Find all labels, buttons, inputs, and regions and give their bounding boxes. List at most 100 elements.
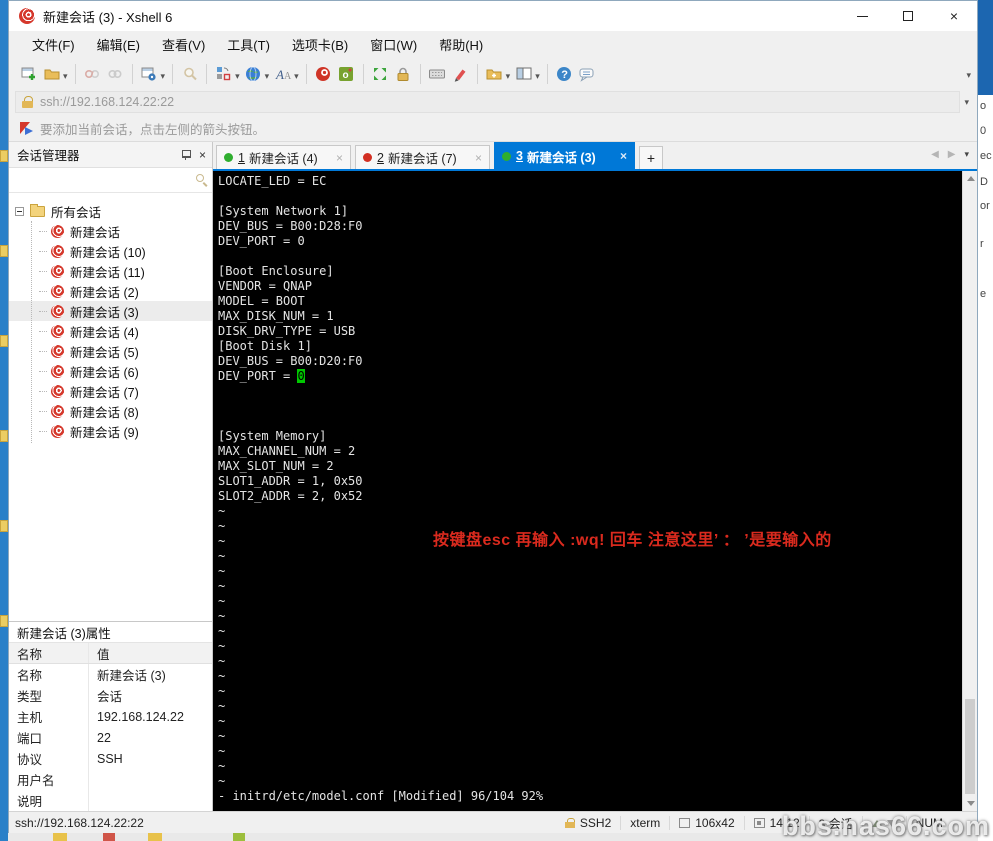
watermark: bbs.nas66.com xyxy=(781,811,990,841)
terminal-line: DEV_BUS = B00:D28:F0 xyxy=(218,219,363,233)
sessions-root-node[interactable]: 所有会话 xyxy=(9,201,212,221)
fullscreen-icon[interactable] xyxy=(370,63,391,84)
disconnect-icon[interactable] xyxy=(82,63,103,84)
panel-close-icon[interactable]: × xyxy=(199,149,206,161)
terminal-line: MAX_CHANNEL_NUM = 2 xyxy=(218,444,356,458)
menu-item[interactable]: 选项卡(B) xyxy=(281,31,359,58)
reconnect-icon[interactable] xyxy=(105,63,126,84)
session-shell-icon xyxy=(51,304,64,318)
layout-dropdown-icon[interactable]: ▾ xyxy=(235,71,240,82)
terminal-line: LOCATE_LED = EC xyxy=(218,174,327,188)
xshell-window: 新建会话 (3) - Xshell 6 × 文件(F) 编辑(E) 查看(V) 工具(… xyxy=(8,0,978,834)
session-properties-icon[interactable] xyxy=(139,63,160,84)
property-name: 名称 xyxy=(9,664,89,685)
scroll-up-icon[interactable] xyxy=(963,171,978,186)
session-label: 新建会话 (5) xyxy=(70,345,139,360)
tab-close-icon[interactable]: × xyxy=(616,149,627,163)
property-row[interactable]: 用户名 xyxy=(9,769,212,790)
tile-dropdown-icon[interactable]: ▾ xyxy=(535,71,540,82)
session-item[interactable]: 新建会话 (8) xyxy=(9,401,212,421)
tab-close-icon[interactable]: × xyxy=(332,151,343,165)
layout-icon[interactable] xyxy=(213,63,234,84)
menu-item[interactable]: 帮助(H) xyxy=(428,31,494,58)
terminal-line: ~ xyxy=(218,564,226,578)
address-bar: ssh://192.168.124.22:22 ▾ xyxy=(9,89,977,115)
tab-scroll-left-icon[interactable]: ◀ xyxy=(931,149,939,160)
session-item[interactable]: 新建会话 (4) xyxy=(9,321,212,341)
open-folder-icon[interactable] xyxy=(41,63,62,84)
terminal-area: 1 新建会话 (4) × 2 新建会话 (7) × 3 新建会话 (3) × + ◀ ▶ ▾ L… xyxy=(213,142,977,811)
desktop-folder-icon xyxy=(0,245,8,257)
properties-dropdown-icon[interactable]: ▾ xyxy=(161,71,166,82)
session-item[interactable]: 新建会话 (9) xyxy=(9,421,212,441)
collapse-icon[interactable] xyxy=(15,206,24,216)
session-item[interactable]: 新建会话 (10) xyxy=(9,241,212,261)
scrollbar-thumb[interactable] xyxy=(965,699,975,794)
properties-title: 新建会话 (3)属性 xyxy=(9,621,212,643)
pin-icon[interactable] xyxy=(181,149,191,160)
session-item[interactable]: 新建会话 (2) xyxy=(9,281,212,301)
session-item[interactable]: 新建会话 (6) xyxy=(9,361,212,381)
menu-item[interactable]: 文件(F) xyxy=(21,31,86,58)
session-item[interactable]: 新建会话 (11) xyxy=(9,261,212,281)
font-dropdown-icon[interactable]: ▾ xyxy=(294,71,299,82)
tab-scroll-right-icon[interactable]: ▶ xyxy=(948,149,956,160)
session-item[interactable]: 新建会话 (7) xyxy=(9,381,212,401)
terminal-line: [System Memory] xyxy=(218,429,327,443)
session-label: 新建会话 (10) xyxy=(70,245,146,260)
tab-list-dropdown-icon[interactable]: ▾ xyxy=(964,149,969,160)
session-manager-title: 会话管理器 xyxy=(17,149,80,163)
taskbar-fragment xyxy=(148,833,162,841)
maximize-button[interactable] xyxy=(885,1,931,31)
menu-item[interactable]: 工具(T) xyxy=(216,31,281,58)
session-search-input[interactable] xyxy=(9,168,212,193)
toolbar-overflow-icon[interactable]: ▾ xyxy=(966,70,971,81)
new-session-icon[interactable] xyxy=(18,63,39,84)
property-row[interactable]: 类型 会话 xyxy=(9,685,212,706)
address-input[interactable]: ssh://192.168.124.22:22 xyxy=(15,91,961,113)
xshell-icon[interactable] xyxy=(313,63,334,84)
menu-bar: 文件(F) 编辑(E) 查看(V) 工具(T) 选项卡(B) 窗口(W) 帮助(H) xyxy=(9,31,977,58)
scroll-down-icon[interactable] xyxy=(963,796,978,811)
new-folder-icon[interactable] xyxy=(484,63,505,84)
keyboard-icon[interactable] xyxy=(427,63,448,84)
help-icon[interactable]: ? xyxy=(554,63,575,84)
session-item[interactable]: 新建会话 (3) xyxy=(9,301,212,321)
session-tab[interactable]: 3 新建会话 (3) × xyxy=(494,142,635,169)
new-folder-dropdown-icon[interactable]: ▾ xyxy=(506,71,511,82)
web-dropdown-icon[interactable]: ▾ xyxy=(265,71,270,82)
terminal-output[interactable]: LOCATE_LED = EC [System Network 1] DEV_BUS… xyxy=(213,171,962,811)
message-balloon-icon[interactable] xyxy=(577,63,598,84)
address-dropdown-icon[interactable]: ▾ xyxy=(960,97,973,108)
property-row[interactable]: 协议 SSH xyxy=(9,748,212,769)
tab-close-icon[interactable]: × xyxy=(471,151,482,165)
desktop-folder-icon xyxy=(0,520,8,532)
open-dropdown-icon[interactable]: ▾ xyxy=(63,71,68,82)
session-tab[interactable]: 1 新建会话 (4) × xyxy=(216,145,351,169)
lock-icon[interactable] xyxy=(393,63,414,84)
terminal-line: ~ xyxy=(218,699,226,713)
tile-layout-icon[interactable] xyxy=(513,63,534,84)
find-icon[interactable] xyxy=(179,63,200,84)
property-row[interactable]: 端口 22 xyxy=(9,727,212,748)
session-item[interactable]: 新建会话 xyxy=(9,221,212,241)
session-item[interactable]: 新建会话 (5) xyxy=(9,341,212,361)
font-icon[interactable]: AA xyxy=(272,63,293,84)
terminal-scrollbar[interactable] xyxy=(962,171,977,811)
highlight-pen-icon[interactable] xyxy=(450,63,471,84)
property-row[interactable]: 说明 xyxy=(9,790,212,811)
menu-item[interactable]: 窗口(W) xyxy=(359,31,428,58)
menu-item[interactable]: 查看(V) xyxy=(151,31,216,58)
close-button[interactable]: × xyxy=(931,1,977,31)
property-row[interactable]: 主机 192.168.124.22 xyxy=(9,706,212,727)
new-tab-button[interactable]: + xyxy=(639,146,663,169)
menu-item[interactable]: 编辑(E) xyxy=(86,31,151,58)
title-bar[interactable]: 新建会话 (3) - Xshell 6 × xyxy=(9,1,977,31)
session-tab[interactable]: 2 新建会话 (7) × xyxy=(355,145,490,169)
xftp-icon[interactable]: o xyxy=(336,63,357,84)
web-icon[interactable] xyxy=(243,63,264,84)
property-row[interactable]: 名称 新建会话 (3) xyxy=(9,664,212,685)
minimize-button[interactable] xyxy=(839,1,885,31)
